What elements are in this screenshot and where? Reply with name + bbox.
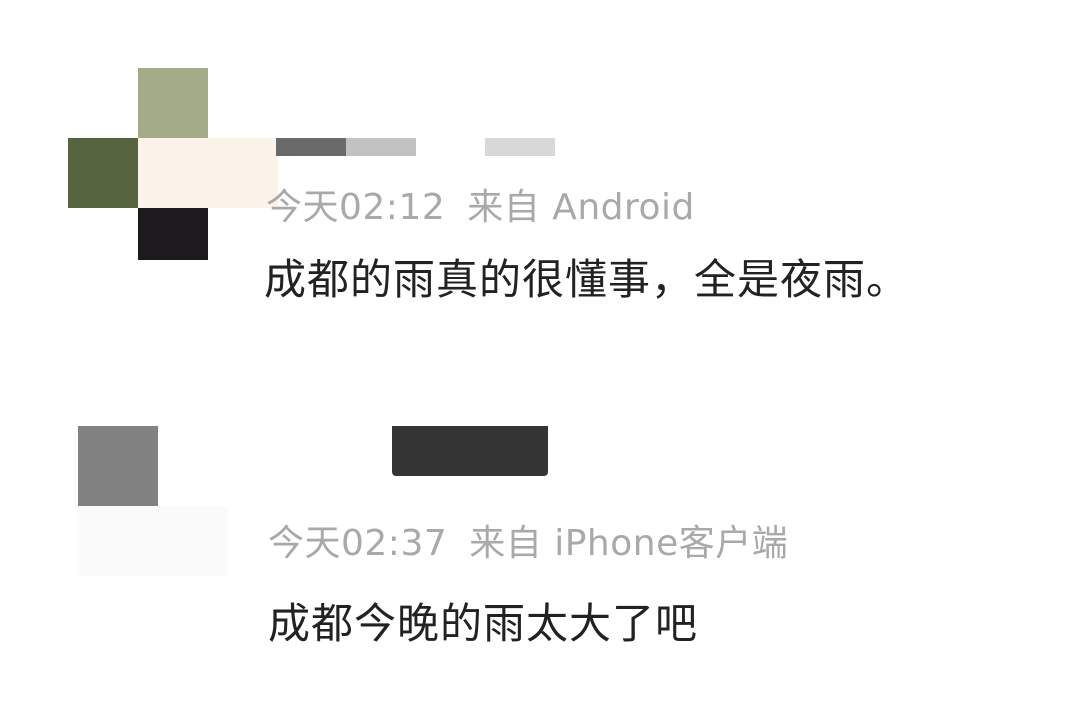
comment-source: 来自 Android [467,187,695,228]
comment-meta: 今天02:37 来自 iPhone客户端 [268,514,788,566]
comment-item: 今天02:12 来自 Android 成都的雨真的很懂事，全是夜雨。 [0,0,1080,360]
username-redacted[interactable] [392,426,550,478]
avatar-mosaic-block [78,426,158,506]
redaction-bar [392,426,548,476]
comment-text: 成都今晚的雨太大了吧 [268,599,699,648]
avatar-mosaic-block [68,138,138,208]
redaction-bar [276,138,346,156]
avatar[interactable] [78,426,158,506]
avatar[interactable] [68,68,278,260]
comment-timestamp: 今天02:12 [266,187,446,228]
comment-item: 今天02:37 来自 iPhone客户端 成都今晚的雨太大了吧 [0,360,1080,710]
comment-meta: 今天02:12 来自 Android [266,178,695,230]
comment-source: 来自 iPhone客户端 [469,523,789,564]
avatar-shadow [78,506,228,576]
comment-text: 成都的雨真的很懂事，全是夜雨。 [264,255,910,304]
avatar-mosaic-block [138,138,278,208]
avatar-mosaic-block [138,208,208,260]
redaction-bar [346,138,416,156]
redaction-bar [485,138,555,156]
comment-timestamp: 今天02:37 [268,523,448,564]
username-redacted[interactable] [276,138,556,158]
avatar-mosaic-block [138,68,208,138]
